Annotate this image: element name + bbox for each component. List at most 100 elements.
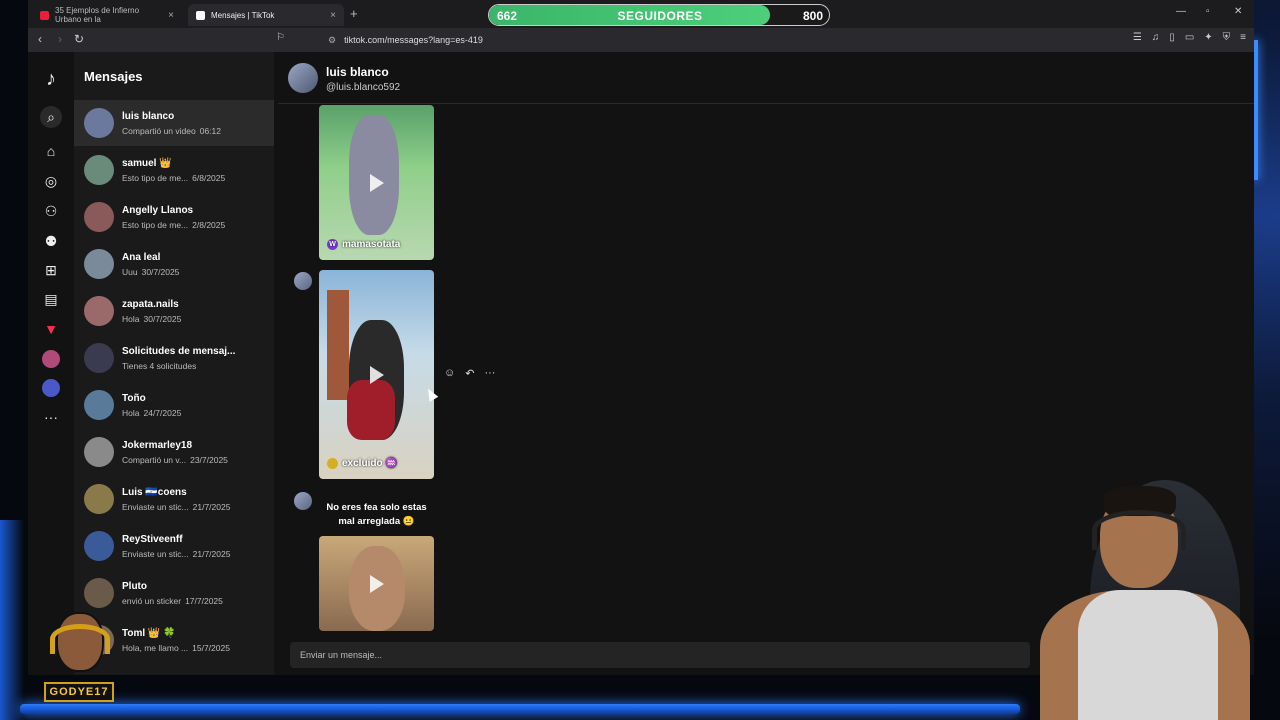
streamer-shirt: [1078, 590, 1218, 720]
conversation-preview: Hola: [122, 313, 140, 324]
conversation-item[interactable]: luis blanco Compartió un video 06:12: [74, 100, 274, 146]
maximize-icon[interactable]: ▫: [1206, 6, 1210, 17]
conversation-preview: Compartió un v...: [122, 454, 187, 465]
conversation-info: Solicitudes de mensaj... Tienes 4 solicit…: [122, 346, 235, 371]
conversation-name: Solicitudes de mensaj...: [122, 345, 236, 357]
headphones-icon: [50, 624, 110, 654]
conversation-item[interactable]: Ana leal Uuu 30/7/2025: [74, 241, 274, 287]
live-icon[interactable]: [42, 379, 60, 397]
conversation-item[interactable]: Toño Hola 24/7/2025: [74, 382, 274, 428]
conversation-preview: Enviaste un stic...: [122, 501, 189, 512]
search-icon[interactable]: ⌕: [40, 106, 62, 128]
close-window-icon[interactable]: ✕: [1234, 6, 1242, 17]
reply-icon[interactable]: ↶: [465, 367, 474, 380]
conversation-info: Luis 🇸🇻coens Enviaste un stic... 21/7/2025: [122, 487, 230, 512]
conversation-info: zapata.nails Hola 30/7/2025: [122, 299, 181, 324]
react-icon[interactable]: ☺: [444, 367, 455, 380]
overlay-glow-bottom: [20, 704, 1020, 714]
conversation-preview-row: Hola, me llamo ... 15/7/2025: [122, 643, 230, 653]
minimize-icon[interactable]: —: [1176, 6, 1186, 17]
streamer-name: GODYE17: [44, 682, 114, 702]
bookmark-icon[interactable]: ⚐: [276, 32, 285, 43]
conversation-preview: Hola, me llamo ...: [122, 642, 189, 653]
tiktok-icon: [196, 10, 205, 20]
tab-article[interactable]: 35 Ejemplos de Infierno Urbano en la ×: [32, 4, 182, 26]
conversation-item[interactable]: Angelly Llanos Esto tipo de me... 2/8/2025: [74, 194, 274, 240]
reload-icon[interactable]: ↻: [74, 32, 84, 46]
headset: [1092, 510, 1186, 550]
conversation-time: 15/7/2025: [192, 642, 230, 653]
avatar: [84, 249, 114, 279]
conversation-item[interactable]: Pluto envió un sticker 17/7/2025: [74, 570, 274, 616]
author-badge: W: [327, 239, 338, 250]
overlay-glow-left: [0, 520, 24, 720]
profile-avatar[interactable]: [42, 350, 60, 368]
music-icon[interactable]: ♫: [1152, 32, 1160, 43]
shared-video[interactable]: excluido ♒: [319, 270, 434, 479]
conversation-preview-row: Uuu 30/7/2025: [122, 267, 179, 277]
video-thumbnail: [327, 290, 349, 400]
conversation-item[interactable]: ReyStiveenff Enviaste un stic... 21/7/2025: [74, 523, 274, 569]
shared-video[interactable]: [319, 536, 434, 631]
left-nav-rail: ♪ ⌕ ⌂ ◎ ⚇ ⚉ ⊞ ▤ ▼ ···: [28, 52, 74, 675]
conversation-info: Ana leal Uuu 30/7/2025: [122, 252, 179, 277]
url-text: tiktok.com/messages?lang=es-419: [344, 35, 483, 45]
conversation-time: 30/7/2025: [141, 266, 180, 277]
conversation-name: Toño: [122, 392, 146, 404]
video-author-name: excluido ♒: [342, 458, 398, 469]
conversation-item[interactable]: zapata.nails Hola 30/7/2025: [74, 288, 274, 334]
chat-header[interactable]: luis blanco @luis.blanco592: [278, 52, 1254, 104]
tab-tiktok-messages[interactable]: Mensajes | TikTok ×: [188, 4, 344, 26]
conversation-preview-row: Tienes 4 solicitudes: [122, 361, 235, 371]
conversation-item[interactable]: Jokermarley18 Compartió un v... 23/7/2025: [74, 429, 274, 475]
conversation-item[interactable]: Luis 🇸🇻coens Enviaste un stic... 21/7/2025: [74, 476, 274, 522]
messages-icon[interactable]: ▤: [40, 288, 62, 310]
site-info-icon[interactable]: ⚙: [328, 35, 336, 46]
conversation-item[interactable]: Solicitudes de mensaj... Tienes 4 solicit…: [74, 335, 274, 381]
shared-video[interactable]: W mamasotata: [319, 105, 434, 260]
more-options-icon[interactable]: ···: [484, 367, 495, 380]
avatar: [84, 155, 114, 185]
more-icon[interactable]: ···: [40, 406, 62, 428]
leo-icon[interactable]: ✦: [1204, 32, 1212, 43]
conversation-time: 21/7/2025: [192, 548, 231, 559]
avatar: [84, 343, 114, 373]
avatar: [84, 390, 114, 420]
explore-icon[interactable]: ◎: [40, 170, 62, 192]
conversation-time: 6/8/2025: [192, 172, 226, 183]
conversation-preview: Hola: [122, 407, 140, 418]
conversation-name: zapata.nails: [122, 298, 179, 310]
back-icon[interactable]: ‹: [38, 32, 42, 46]
conversation-name: ReyStiveenff: [122, 533, 183, 545]
conversation-item[interactable]: samuel 👑 Esto tipo de me... 6/8/2025: [74, 147, 274, 193]
friends-icon[interactable]: ⚉: [40, 230, 62, 252]
menu-icon[interactable]: ≡: [1240, 32, 1246, 43]
sidebar-icon[interactable]: ▯: [1169, 32, 1175, 43]
conversation-info: Pluto envió un sticker 17/7/2025: [122, 581, 223, 606]
conversation-preview-row: Enviaste un stic... 21/7/2025: [122, 502, 230, 512]
upload-icon[interactable]: ⊞: [40, 259, 62, 281]
home-icon[interactable]: ⌂: [40, 140, 62, 162]
activity-icon[interactable]: ▼: [40, 318, 62, 340]
close-icon[interactable]: ×: [330, 10, 336, 21]
followers-label: SEGUIDORES: [617, 9, 703, 23]
play-icon[interactable]: [369, 574, 384, 593]
tiktok-logo-icon[interactable]: ♪: [40, 68, 62, 90]
streamer-logo: GODYE17: [44, 612, 114, 704]
conversation-info: Toml 👑 🍀 Hola, me llamo ... 15/7/2025: [122, 628, 230, 653]
conversation-preview: Compartió un video: [122, 125, 196, 136]
chat-avatar[interactable]: [288, 63, 318, 93]
message-input[interactable]: [290, 642, 1030, 668]
chat-contact-name[interactable]: luis blanco: [326, 65, 389, 79]
address-bar[interactable]: ⚙ tiktok.com/messages?lang=es-419: [328, 31, 1016, 49]
new-tab-icon[interactable]: +: [350, 6, 358, 21]
close-icon[interactable]: ×: [168, 10, 174, 21]
vpn-icon[interactable]: ⛨: [1223, 32, 1231, 43]
play-icon[interactable]: [369, 365, 384, 384]
reader-icon[interactable]: ☰: [1133, 32, 1142, 43]
conversation-preview-row: Compartió un video 06:12: [122, 126, 221, 136]
play-icon[interactable]: [369, 173, 384, 192]
follow-icon[interactable]: ⚇: [40, 200, 62, 222]
wallet-icon[interactable]: ▭: [1185, 32, 1194, 43]
forward-icon[interactable]: ›: [58, 32, 62, 46]
